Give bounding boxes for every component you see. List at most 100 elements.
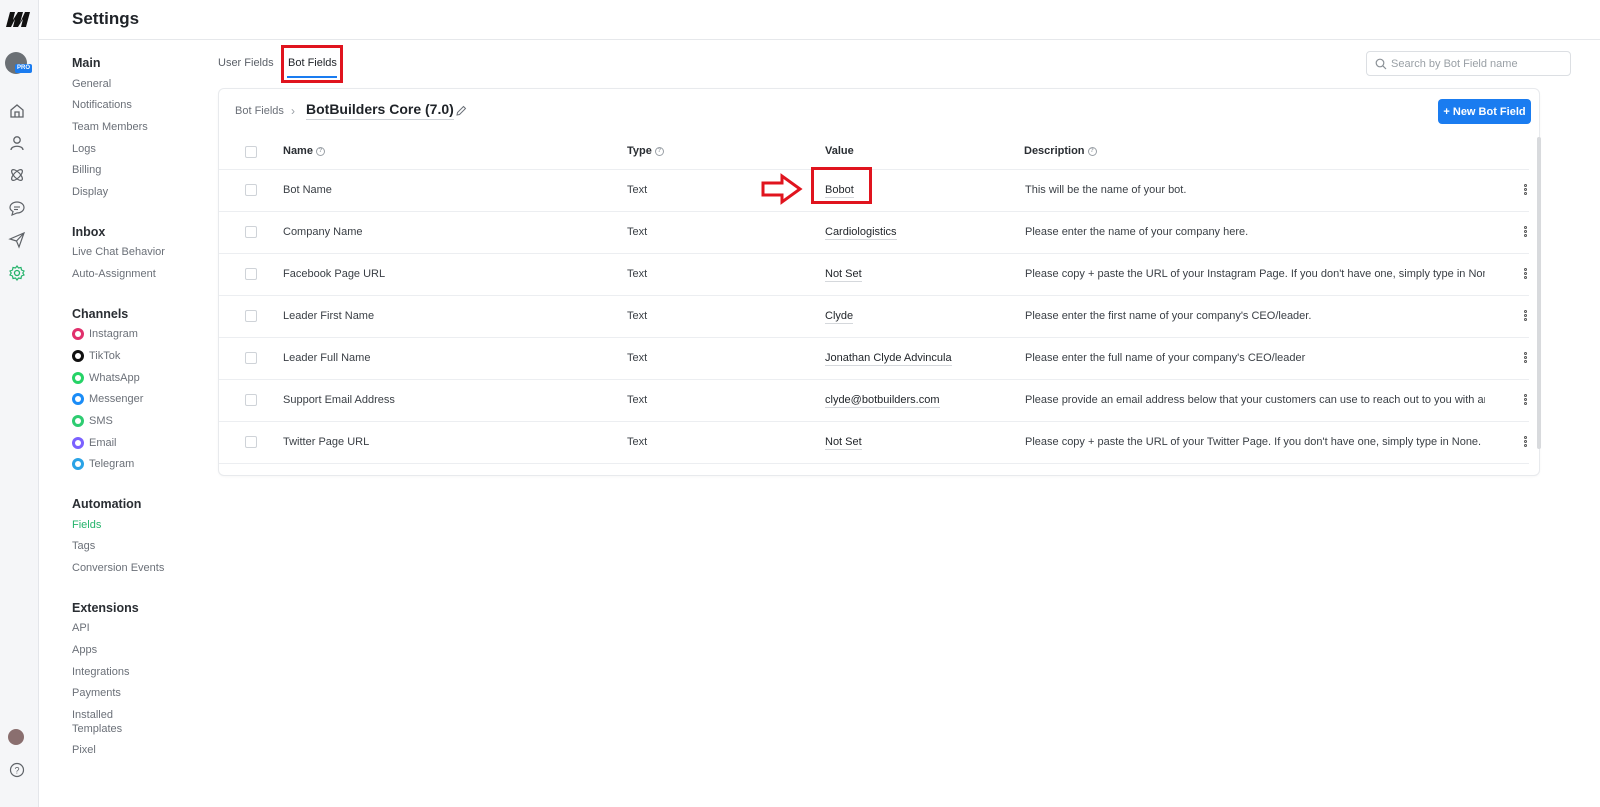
nav-item-tags[interactable]: Tags [72, 540, 95, 552]
field-type: Text [627, 268, 648, 280]
more-options-icon[interactable] [1522, 184, 1528, 198]
nav-section-channels: Channels [72, 307, 129, 321]
nav-item-display[interactable]: Display [72, 186, 108, 198]
nav-item-payments[interactable]: Payments [72, 687, 121, 699]
search-icon [1375, 58, 1387, 70]
field-name: Leader First Name [283, 310, 375, 322]
nav-item-email[interactable]: Email [72, 437, 117, 449]
search-box[interactable] [1366, 51, 1571, 76]
field-description: Please enter the name of your company he… [1025, 226, 1249, 238]
nav-item-installed[interactable]: Installed [72, 709, 113, 721]
nav-item-conversion-events[interactable]: Conversion Events [72, 562, 164, 574]
search-input[interactable] [1391, 56, 1566, 72]
column-header-type[interactable]: Type? [627, 145, 664, 157]
nav-section-automation: Automation [72, 497, 142, 511]
field-name: Support Email Address [283, 394, 395, 406]
telegram-icon [72, 458, 84, 470]
field-value[interactable]: Cardiologistics [825, 226, 897, 240]
help-icon[interactable]: ? [8, 761, 26, 779]
nav-item-logs[interactable]: Logs [72, 143, 96, 155]
field-description: Please enter the full name of your compa… [1025, 352, 1306, 364]
scrollbar[interactable] [1537, 137, 1541, 449]
field-description: Please copy + paste the URL of your Twit… [1025, 436, 1482, 448]
row-checkbox[interactable] [245, 310, 257, 322]
table-row[interactable]: Twitter Page URL Text Not Set Please cop… [219, 421, 1529, 463]
field-value[interactable]: Not Set [825, 436, 862, 450]
email-icon [72, 437, 84, 449]
settings-icon[interactable] [8, 264, 26, 282]
nav-item-notifications[interactable]: Notifications [72, 99, 132, 111]
field-value[interactable]: clyde@botbuilders.com [825, 394, 940, 408]
nav-item-tiktok[interactable]: TikTok [72, 350, 120, 362]
field-type: Text [627, 310, 648, 322]
nav-item-whatsapp[interactable]: WhatsApp [72, 372, 140, 384]
nav-item-telegram[interactable]: Telegram [72, 458, 134, 470]
instagram-icon [72, 328, 84, 340]
column-header-description[interactable]: Description? [1024, 145, 1097, 157]
table-row[interactable]: Leader First Name Text Clyde Please ente… [219, 295, 1529, 337]
field-name: Leader Full Name [283, 352, 371, 364]
broadcast-icon[interactable] [8, 231, 26, 249]
more-options-icon[interactable] [1522, 436, 1528, 450]
page-title: Settings [72, 9, 140, 28]
annotation-box-bot-name-value [811, 167, 872, 204]
pro-badge: PRO [15, 64, 33, 73]
nav-item-live-chat-behavior[interactable]: Live Chat Behavior [72, 246, 165, 258]
nav-item-billing[interactable]: Billing [72, 164, 101, 176]
field-value[interactable]: Not Set [825, 268, 862, 282]
column-header-value[interactable]: Value [825, 145, 854, 157]
table-bottom-border [219, 463, 1529, 464]
flows-icon[interactable] [8, 166, 26, 184]
select-all-checkbox[interactable] [245, 146, 257, 158]
contacts-icon[interactable] [8, 134, 26, 152]
more-options-icon[interactable] [1522, 268, 1528, 282]
nav-item-fields[interactable]: Fields [72, 519, 101, 531]
row-checkbox[interactable] [245, 226, 257, 238]
breadcrumb-bot-fields[interactable]: Bot Fields [235, 105, 284, 117]
svg-text:?: ? [14, 766, 19, 776]
row-checkbox[interactable] [245, 268, 257, 280]
nav-item-messenger[interactable]: Messenger [72, 393, 143, 405]
field-value[interactable]: Jonathan Clyde Advincula [825, 352, 952, 366]
user-avatar-bottom[interactable] [8, 729, 24, 745]
more-options-icon[interactable] [1522, 394, 1528, 408]
nav-item-sms[interactable]: SMS [72, 415, 113, 427]
table-row[interactable]: Support Email Address Text clyde@botbuil… [219, 379, 1529, 421]
nav-section-extensions: Extensions [72, 601, 139, 615]
nav-item-auto-assignment[interactable]: Auto-Assignment [72, 268, 156, 280]
main-content: User Fields Bot Fields Bot Fields › BotB… [214, 40, 1600, 807]
nav-item-integrations[interactable]: Integrations [72, 666, 129, 678]
help-circle-icon: ? [654, 146, 664, 156]
pencil-icon[interactable] [456, 105, 467, 116]
field-description: Please copy + paste the URL of your Inst… [1025, 268, 1485, 280]
more-options-icon[interactable] [1522, 226, 1528, 240]
row-checkbox[interactable] [245, 436, 257, 448]
row-checkbox[interactable] [245, 184, 257, 196]
table-row[interactable]: Bot Name Text Bobot This will be the nam… [219, 169, 1529, 211]
table-row[interactable]: Facebook Page URL Text Not Set Please co… [219, 253, 1529, 295]
nav-item-general[interactable]: General [72, 78, 111, 90]
row-checkbox[interactable] [245, 394, 257, 406]
nav-item-api[interactable]: API [72, 622, 90, 634]
table-row[interactable]: Company Name Text Cardiologistics Please… [219, 211, 1529, 253]
settings-nav: Main General Notifications Team Members … [39, 40, 214, 807]
table-row[interactable]: Leader Full Name Text Jonathan Clyde Adv… [219, 337, 1529, 379]
field-name: Bot Name [283, 184, 332, 196]
nav-item-apps[interactable]: Apps [72, 644, 97, 656]
column-header-name[interactable]: Name? [283, 145, 325, 157]
tab-user-fields[interactable]: User Fields [218, 57, 274, 69]
new-bot-field-button[interactable]: + New Bot Field [1438, 99, 1531, 124]
icon-rail: PRO ? [0, 0, 39, 807]
row-checkbox[interactable] [245, 352, 257, 364]
home-icon[interactable] [8, 102, 26, 120]
more-options-icon[interactable] [1522, 310, 1528, 324]
chat-icon[interactable] [8, 199, 26, 217]
nav-section-main: Main [72, 56, 101, 70]
nav-item-templates[interactable]: Templates [72, 723, 122, 735]
nav-item-team-members[interactable]: Team Members [72, 121, 148, 133]
more-options-icon[interactable] [1522, 352, 1528, 366]
nav-item-pixel[interactable]: Pixel [72, 744, 96, 756]
nav-item-instagram[interactable]: Instagram [72, 328, 138, 340]
field-value[interactable]: Clyde [825, 310, 854, 324]
m-logo-icon[interactable] [5, 9, 31, 29]
